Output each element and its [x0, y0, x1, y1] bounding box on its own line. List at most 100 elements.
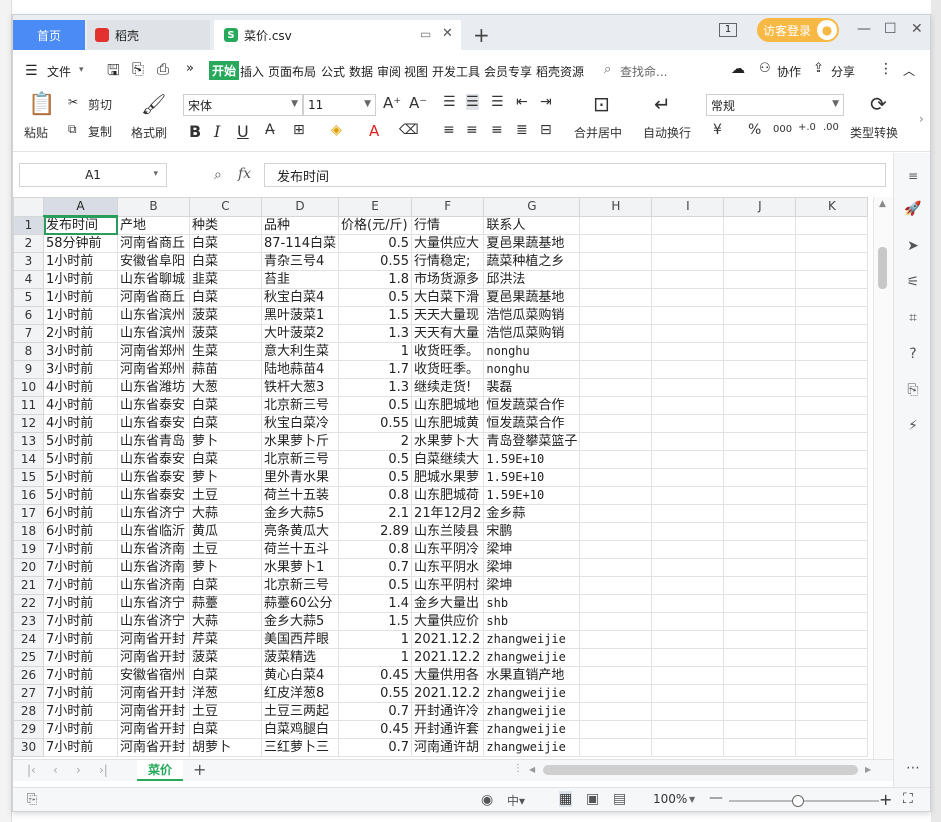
menu-formula[interactable]: 公式 — [321, 63, 345, 80]
fill-color-icon[interactable]: ◈ — [331, 122, 342, 138]
cell[interactable]: 7小时前 — [43, 558, 118, 577]
cell[interactable]: 开封通许套 — [411, 720, 485, 739]
cell[interactable]: 萝卜 — [189, 432, 262, 451]
cell[interactable]: 河南省开封 — [117, 630, 190, 649]
row-header[interactable]: 18 — [13, 522, 44, 541]
more-quick-icon[interactable]: » — [186, 61, 194, 76]
cell[interactable]: 7小时前 — [43, 540, 118, 559]
cut-button[interactable]: 剪切 — [88, 96, 112, 113]
cell[interactable] — [723, 396, 797, 415]
cell[interactable]: 白菜 — [189, 252, 262, 271]
menu-data[interactable]: 数据 — [349, 63, 373, 80]
cell[interactable]: 陆地蒜苗4 — [260, 360, 340, 379]
cell[interactable] — [795, 396, 869, 415]
cell[interactable]: 7小时前 — [43, 738, 118, 757]
search-command[interactable]: 查找命... — [620, 63, 667, 80]
cell[interactable]: 5小时前 — [43, 486, 118, 505]
cell[interactable] — [651, 522, 725, 541]
cell[interactable]: 7小时前 — [43, 576, 118, 595]
cell[interactable]: zhangweijie — [483, 738, 581, 757]
cell[interactable]: 萝卜 — [189, 468, 262, 487]
cell[interactable] — [723, 342, 797, 361]
menu-developer[interactable]: 开发工具 — [432, 63, 480, 80]
cell[interactable]: zhangweijie — [483, 630, 581, 649]
cell[interactable]: 北京新三号 — [260, 396, 340, 415]
zoom-slider-thumb[interactable] — [792, 795, 804, 807]
cell[interactable] — [651, 306, 725, 325]
copy-icon[interactable]: ⧉ — [68, 122, 77, 137]
cell[interactable]: 红皮洋葱8 — [260, 684, 340, 703]
format-painter-icon[interactable]: 🖌 — [141, 92, 166, 116]
increase-font-icon[interactable]: A⁺ — [383, 94, 401, 112]
align-center-icon[interactable]: ≡ — [466, 122, 478, 138]
cell[interactable]: 河南省商丘 — [117, 234, 190, 253]
menu-page-layout[interactable]: 页面布局 — [268, 63, 316, 80]
cell[interactable] — [651, 342, 725, 361]
cell[interactable]: 7小时前 — [43, 612, 118, 631]
cell[interactable]: 蒜薹 — [189, 594, 262, 613]
cell[interactable] — [651, 414, 725, 433]
row-header[interactable]: 23 — [13, 612, 44, 631]
maximize-icon[interactable]: ☐ — [884, 21, 897, 37]
cell[interactable]: 7小时前 — [43, 684, 118, 703]
collapse-ribbon-icon[interactable]: ︿ — [903, 62, 915, 79]
cell[interactable] — [795, 720, 869, 739]
cell[interactable]: 三红萝卜三 — [260, 738, 340, 757]
cell[interactable] — [723, 630, 797, 649]
zoom-out-icon[interactable]: — — [709, 790, 723, 806]
row-header[interactable]: 17 — [13, 504, 44, 523]
cell[interactable] — [795, 630, 869, 649]
column-header[interactable]: A — [43, 197, 118, 217]
cell[interactable]: 7小时前 — [43, 594, 118, 613]
column-header[interactable]: F — [411, 197, 485, 217]
cell[interactable]: 山东平阴村 — [411, 576, 485, 595]
backup-icon[interactable]: ⎘ — [904, 381, 922, 399]
row-header[interactable]: 19 — [13, 540, 44, 559]
add-sheet-icon[interactable]: + — [193, 760, 206, 779]
cell[interactable] — [579, 324, 653, 343]
cell[interactable]: 黑叶菠菜1 — [260, 306, 340, 325]
cell[interactable]: 青杂三号4 — [260, 252, 340, 271]
row-header[interactable]: 5 — [13, 288, 44, 307]
cell[interactable]: 1.3 — [338, 378, 413, 397]
zoom-menu-icon[interactable]: ▼ — [689, 795, 695, 804]
cell[interactable]: 水果萝卜斤 — [260, 432, 340, 451]
row-header[interactable]: 29 — [13, 720, 44, 739]
cell[interactable]: 行情 — [411, 215, 485, 235]
cell[interactable]: 恒发蔬菜合作 — [483, 414, 581, 433]
cell[interactable]: 山东省滨州 — [117, 324, 190, 343]
cell[interactable]: 1.4 — [338, 594, 413, 613]
tab-docer[interactable]: 稻壳 — [87, 20, 210, 50]
column-header[interactable]: B — [117, 197, 190, 217]
page-break-view-icon[interactable]: ▤ — [613, 791, 626, 807]
cell[interactable] — [795, 540, 869, 559]
cell[interactable] — [579, 648, 653, 667]
cell[interactable]: 蔬菜种植之乡 — [483, 252, 581, 271]
cell[interactable]: nonghu — [483, 360, 581, 379]
cell[interactable] — [723, 486, 797, 505]
cell[interactable] — [723, 414, 797, 433]
cell[interactable] — [795, 504, 869, 523]
format-painter-button[interactable]: 格式刷 — [131, 124, 167, 141]
cell[interactable] — [795, 450, 869, 469]
rocket-icon[interactable]: 🚀 — [904, 200, 922, 218]
cell[interactable]: 土豆 — [189, 486, 262, 505]
cell[interactable]: 秋宝白菜冷 — [260, 414, 340, 433]
column-header[interactable]: I — [651, 197, 725, 217]
cell[interactable]: 1.5 — [338, 306, 413, 325]
cell[interactable] — [579, 432, 653, 451]
cell[interactable]: 0.45 — [338, 666, 413, 685]
zoom-level[interactable]: 100% — [653, 792, 687, 806]
cell[interactable]: 安徽省阜阳 — [117, 252, 190, 271]
cell[interactable]: 7小时前 — [43, 702, 118, 721]
cell[interactable]: 山东省青岛 — [117, 432, 190, 451]
cell[interactable]: 山东省泰安 — [117, 486, 190, 505]
cell[interactable]: nonghu — [483, 342, 581, 361]
cell[interactable]: 铁杆大葱3 — [260, 378, 340, 397]
guest-login-button[interactable]: 访客登录 ● — [757, 18, 839, 42]
cell[interactable] — [651, 612, 725, 631]
name-box[interactable]: A1 ▾ — [19, 163, 167, 187]
cell[interactable]: 1 — [338, 342, 413, 361]
cell[interactable]: 87-114白菜 — [260, 234, 340, 253]
cell[interactable]: 行情稳定; — [411, 252, 485, 271]
